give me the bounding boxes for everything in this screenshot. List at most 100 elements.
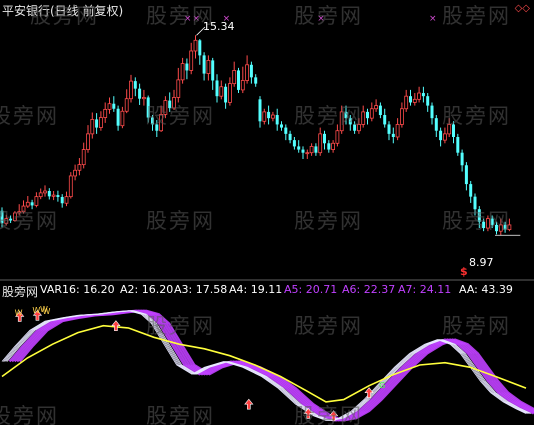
candle-body (129, 80, 133, 100)
watermark: 股旁网 (0, 104, 59, 128)
candle-body (232, 70, 237, 85)
candle-body (387, 124, 391, 134)
candle-body (95, 119, 99, 128)
legend-a6: A6: 22.37 (342, 283, 396, 296)
candle-body (318, 133, 323, 154)
signal-dollar-label: $ (460, 265, 468, 278)
watermark: 股旁网 (294, 209, 363, 233)
candle-body (180, 63, 185, 81)
candle-body (185, 63, 189, 71)
candle-body (141, 97, 146, 100)
candle-body (395, 124, 400, 138)
candle-body (103, 108, 108, 118)
candle-body (335, 130, 340, 144)
legend-a5: A5: 20.71 (284, 283, 338, 296)
low-price-label: 8.97 (469, 256, 494, 269)
candle-body (202, 55, 206, 74)
candle-body (138, 88, 142, 99)
candle-body (297, 146, 301, 150)
candle-body (439, 130, 443, 141)
candle-body (323, 133, 326, 144)
watermark: 股旁网 (146, 209, 215, 233)
candle-body (240, 80, 245, 91)
candle-body (245, 64, 250, 81)
candle-body (198, 40, 202, 56)
candle-body (409, 96, 412, 103)
candle-body (81, 149, 86, 166)
candle-body (456, 137, 460, 153)
scroll-marker: ◇◇ (515, 3, 531, 14)
candle-body (314, 146, 318, 153)
candle-body (193, 39, 198, 52)
candle-body (38, 192, 43, 198)
candle-body (99, 117, 103, 128)
legend-aa: AA: 43.39 (459, 283, 513, 296)
watermark: 股旁网 (146, 404, 215, 425)
watermark: 股旁网 (442, 314, 511, 338)
candle-body (258, 99, 262, 122)
candle-body (86, 133, 90, 150)
candle-body (249, 64, 253, 78)
candle-body (275, 115, 279, 125)
candle-body (284, 127, 288, 134)
candle-body (47, 191, 51, 197)
candle-body (412, 98, 417, 103)
candle-body (426, 96, 430, 106)
watermark: 股旁网 (442, 104, 511, 128)
candle-body (280, 124, 283, 128)
candle-body (305, 152, 310, 155)
candle-body (51, 194, 56, 197)
indicator-panel-title: 股旁网 (2, 285, 39, 299)
candle-body (399, 108, 404, 125)
signal-tag: W (43, 307, 51, 316)
candle-body (301, 149, 305, 153)
candle-body (434, 118, 438, 131)
candle-body (262, 111, 267, 122)
candle-body (369, 108, 374, 119)
candle-body (112, 103, 116, 109)
watermark: 股旁网 (30, 4, 99, 28)
high-price-label: 15.34 (203, 20, 235, 33)
watermark: 股旁网 (146, 314, 215, 338)
legend-a3: A3: 17.58 (174, 283, 228, 296)
candle-body (270, 114, 275, 119)
legend-a7: A7: 24.11 (398, 283, 452, 296)
legend-var16: VAR16: 16.20 (40, 283, 115, 296)
candle-body (43, 190, 47, 194)
candle-body (464, 165, 468, 185)
candle-body (64, 196, 69, 204)
candle-body (215, 80, 219, 97)
signal-tag: W (15, 308, 23, 317)
watermark: 股旁网 (146, 104, 215, 128)
candle-body (288, 133, 292, 141)
candle-body (460, 152, 464, 166)
candle-body (237, 70, 240, 90)
candle-body (404, 95, 409, 110)
candle-body (189, 50, 194, 71)
candle-body (56, 195, 60, 197)
candle-body (378, 105, 382, 116)
top-x-marker: × (429, 14, 437, 24)
watermark: 股旁网 (294, 314, 363, 338)
legend-a4: A4: 19.11 (229, 283, 283, 296)
watermark: 股旁网 (0, 404, 59, 425)
candle-body (442, 133, 447, 141)
buy-arrow-marker (244, 398, 254, 410)
candle-body (73, 169, 77, 177)
candle-body (116, 108, 120, 126)
candle-body (374, 105, 379, 110)
candle-body (224, 86, 228, 103)
candle-body (206, 59, 211, 74)
candle-body (120, 110, 125, 127)
indicator-legend: 股旁网 VAR16: 16.20 A2: 16.20 A3: 17.58 A4:… (0, 283, 534, 299)
candle-body (133, 81, 137, 89)
watermark: 股旁网 (0, 209, 59, 233)
stock-chart: ××××××◇◇WWWWG 平安银行(日线 前复权) 股旁网 股旁网 股旁网 股… (0, 0, 534, 425)
candle-body (219, 86, 224, 97)
candle-body (469, 184, 473, 197)
buy-arrow-marker (111, 320, 121, 332)
watermark: 股旁网 (294, 404, 363, 425)
watermark: 股旁网 (442, 4, 511, 28)
candle-body (107, 103, 112, 110)
candle-body (77, 164, 82, 171)
